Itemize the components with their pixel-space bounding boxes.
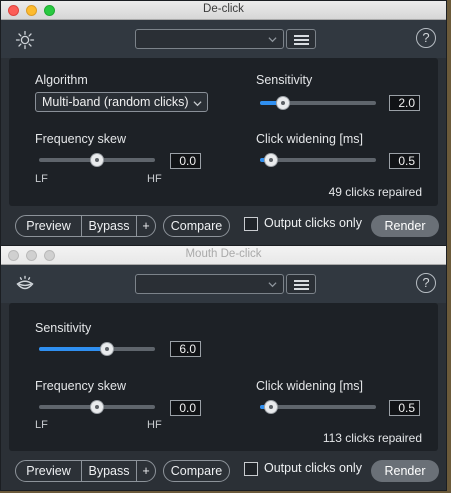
sensitivity-slider[interactable] bbox=[39, 342, 155, 356]
preset-dropdown[interactable] bbox=[135, 274, 284, 294]
controls-panel: Algorithm Multi-band (random clicks) Sen… bbox=[9, 58, 438, 206]
algorithm-value: Multi-band (random clicks) bbox=[42, 95, 189, 109]
sensitivity-value[interactable]: 6.0 bbox=[170, 341, 201, 357]
sensitivity-slider[interactable] bbox=[260, 96, 376, 110]
frequency-skew-value[interactable]: 0.0 bbox=[170, 400, 201, 416]
chevron-down-icon bbox=[268, 282, 277, 288]
add-button[interactable]: + bbox=[136, 215, 156, 237]
lf-label: LF bbox=[35, 419, 48, 431]
render-button[interactable]: Render bbox=[371, 460, 439, 482]
help-button[interactable]: ? bbox=[416, 273, 436, 293]
slider-fill bbox=[39, 347, 108, 351]
mouth-declick-titlebar[interactable]: Mouth De-click bbox=[1, 246, 446, 265]
preset-dropdown[interactable] bbox=[135, 29, 284, 49]
module-footer: Preview Bypass + Compare Output clicks o… bbox=[1, 206, 446, 245]
help-button[interactable]: ? bbox=[416, 28, 436, 48]
preview-button[interactable]: Preview bbox=[15, 215, 82, 237]
slider-thumb[interactable] bbox=[91, 154, 103, 166]
bypass-button[interactable]: Bypass bbox=[81, 460, 137, 482]
click-widening-slider[interactable] bbox=[260, 153, 376, 167]
bypass-button[interactable]: Bypass bbox=[81, 215, 137, 237]
output-clicks-only-checkbox[interactable] bbox=[244, 462, 258, 476]
slider-thumb[interactable] bbox=[265, 154, 278, 166]
sensitivity-value[interactable]: 2.0 bbox=[389, 95, 420, 111]
click-widening-value[interactable]: 0.5 bbox=[389, 400, 420, 416]
preset-menu-button[interactable] bbox=[286, 29, 316, 49]
output-clicks-only-label[interactable]: Output clicks only bbox=[264, 461, 362, 475]
lf-label: LF bbox=[35, 173, 48, 185]
mouth-icon bbox=[16, 275, 34, 290]
sensitivity-label: Sensitivity bbox=[35, 321, 92, 335]
frequency-skew-value[interactable]: 0.0 bbox=[170, 153, 201, 169]
click-widening-label: Click widening [ms] bbox=[256, 379, 363, 393]
add-button[interactable]: + bbox=[136, 460, 156, 482]
click-widening-slider[interactable] bbox=[260, 400, 376, 414]
slider-thumb[interactable] bbox=[276, 97, 289, 109]
preview-button[interactable]: Preview bbox=[15, 460, 82, 482]
controls-panel: Sensitivity 6.0 Frequency skew 0.0 LF HF… bbox=[9, 303, 438, 451]
status-text: 113 clicks repaired bbox=[322, 431, 422, 445]
slider-thumb[interactable] bbox=[101, 343, 114, 355]
algorithm-label: Algorithm bbox=[35, 73, 88, 87]
window-title: Mouth De-click bbox=[185, 248, 262, 260]
click-widening-label: Click widening [ms] bbox=[256, 132, 363, 146]
declick-titlebar[interactable]: De-click bbox=[1, 1, 446, 20]
compare-button[interactable]: Compare bbox=[163, 460, 230, 482]
slider-thumb[interactable] bbox=[91, 401, 103, 413]
frequency-skew-label: Frequency skew bbox=[35, 132, 127, 146]
hamburger-icon bbox=[294, 280, 309, 282]
declick-window: De-click ? Algorithm Multi-band (random … bbox=[0, 0, 447, 246]
algorithm-dropdown[interactable]: Multi-band (random clicks) bbox=[35, 92, 208, 112]
module-header: ? bbox=[1, 20, 446, 58]
frequency-skew-label: Frequency skew bbox=[35, 379, 127, 393]
output-clicks-only-label[interactable]: Output clicks only bbox=[264, 216, 362, 230]
chevron-down-icon bbox=[268, 37, 277, 43]
window-title: De-click bbox=[203, 3, 244, 15]
module-header: ? bbox=[1, 265, 446, 303]
sun-icon bbox=[15, 30, 35, 50]
hamburger-icon bbox=[294, 35, 309, 37]
slider-thumb[interactable] bbox=[265, 401, 278, 413]
compare-button[interactable]: Compare bbox=[163, 215, 230, 237]
click-widening-value[interactable]: 0.5 bbox=[389, 153, 420, 169]
render-button[interactable]: Render bbox=[371, 215, 439, 237]
module-footer: Preview Bypass + Compare Output clicks o… bbox=[1, 451, 446, 490]
chevron-down-icon bbox=[193, 101, 202, 107]
sensitivity-label: Sensitivity bbox=[256, 73, 313, 87]
preset-menu-button[interactable] bbox=[286, 274, 316, 294]
frequency-skew-slider[interactable] bbox=[39, 400, 155, 414]
hf-label: HF bbox=[147, 419, 162, 431]
frequency-skew-slider[interactable] bbox=[39, 153, 155, 167]
hf-label: HF bbox=[147, 173, 162, 185]
mouth-declick-window: Mouth De-click ? Sensitivity 6.0 Frequen… bbox=[0, 245, 447, 491]
status-text: 49 clicks repaired bbox=[328, 185, 422, 199]
output-clicks-only-checkbox[interactable] bbox=[244, 217, 258, 231]
